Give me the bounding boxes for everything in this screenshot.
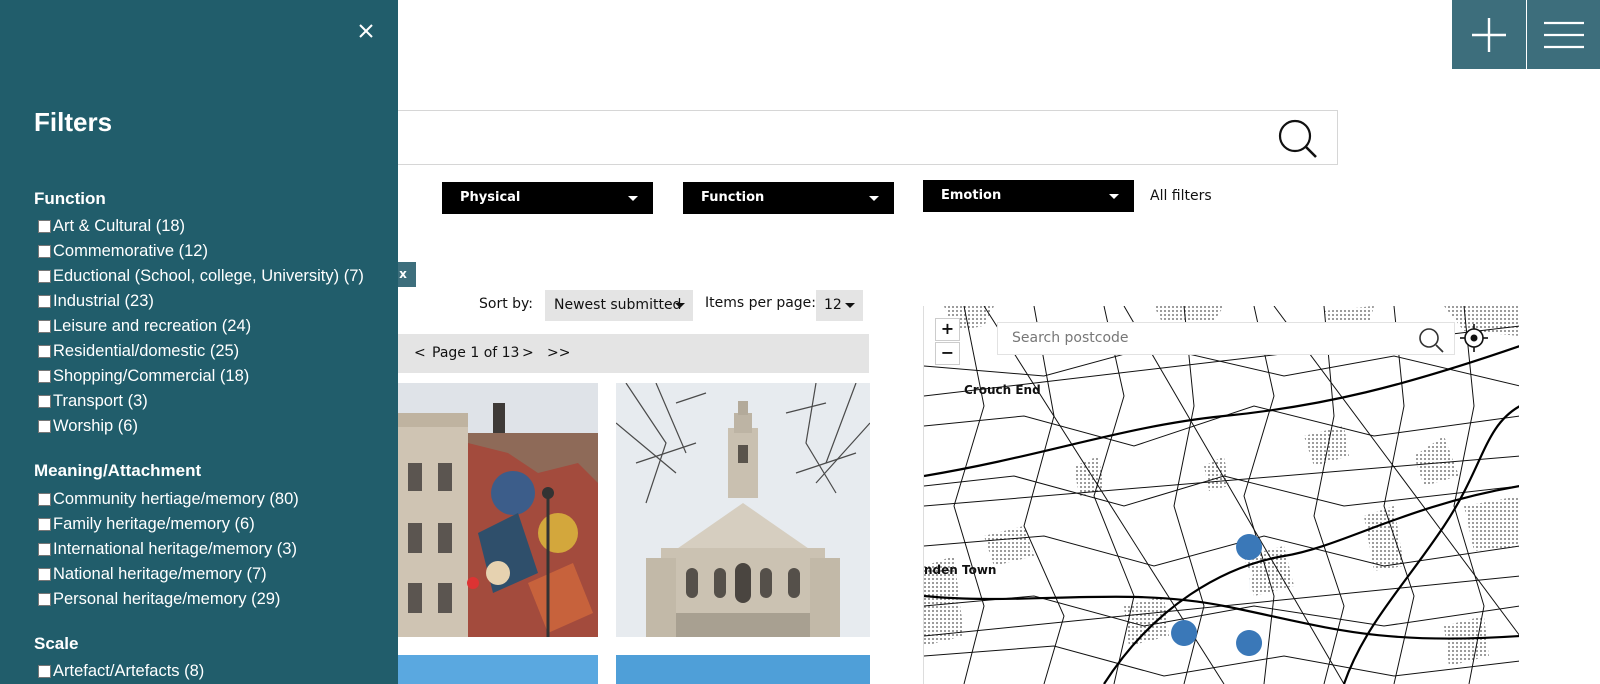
filter-option-label: Eductional (School, college, University)… <box>53 266 364 285</box>
last-page-link[interactable]: >> <box>547 334 570 373</box>
filters-panel: Filters Function Art & Cultural (18) Com… <box>0 0 398 684</box>
map[interactable]: + − Search postcode Crouch End nden Town <box>923 306 1519 684</box>
checkbox[interactable] <box>38 369 51 383</box>
sort-label: Sort by: <box>479 296 534 312</box>
checkbox[interactable] <box>38 219 51 233</box>
plus-icon <box>1472 17 1506 52</box>
zoom-in-button[interactable]: + <box>935 318 960 341</box>
filter-option[interactable]: Transport (3) <box>38 391 148 411</box>
hamburger-menu-icon <box>1543 21 1584 48</box>
caret-down-icon <box>675 303 685 308</box>
map-search-input[interactable]: Search postcode <box>997 322 1455 355</box>
filter-option-label: Shopping/Commercial (18) <box>53 366 250 385</box>
checkbox[interactable] <box>38 592 51 606</box>
search-icon[interactable] <box>1418 327 1444 353</box>
checkbox[interactable] <box>38 419 51 433</box>
filter-option-label: National heritage/memory (7) <box>53 564 267 583</box>
emotion-dropdown[interactable]: Emotion <box>923 180 1134 212</box>
map-label-camden-town: nden Town <box>924 563 997 577</box>
checkbox[interactable] <box>38 664 51 678</box>
filter-option[interactable]: Shopping/Commercial (18) <box>38 366 249 386</box>
filter-option-label: Leisure and recreation (24) <box>53 316 252 335</box>
function-dropdown[interactable]: Function <box>683 182 894 214</box>
filter-option[interactable]: Family heritage/memory (6) <box>38 514 255 534</box>
items-per-page-select[interactable]: 12 <box>816 290 863 321</box>
filter-option-label: Worship (6) <box>53 416 138 435</box>
menu-button[interactable] <box>1527 0 1600 69</box>
filter-option[interactable]: Community hertiage/memory (80) <box>38 489 299 509</box>
physical-dropdown[interactable]: Physical <box>442 182 653 214</box>
caret-down-icon <box>628 196 638 201</box>
filter-option-label: Residential/domestic (25) <box>53 341 240 360</box>
search-input[interactable] <box>380 110 1338 165</box>
next-page-link[interactable]: > <box>522 334 534 373</box>
filter-option[interactable]: National heritage/memory (7) <box>38 564 267 584</box>
checkbox[interactable] <box>38 394 51 408</box>
caret-down-icon <box>1109 194 1119 199</box>
prev-page-link[interactable]: < <box>414 334 426 373</box>
filter-option-label: Commemorative (12) <box>53 241 208 260</box>
items-per-page-value: 12 <box>824 297 842 313</box>
filter-option[interactable]: Eductional (School, college, University)… <box>38 266 364 286</box>
submission-thumbnail-4[interactable] <box>616 655 870 684</box>
section-title-function: Function <box>34 189 106 208</box>
section-title-meaning: Meaning/Attachment <box>34 461 202 480</box>
sort-value: Newest submitted <box>554 297 682 313</box>
section-title-scale: Scale <box>34 634 79 653</box>
map-label-crouch-end: Crouch End <box>964 383 1041 397</box>
filter-option[interactable]: Leisure and recreation (24) <box>38 316 251 336</box>
pagination: < Page 1 of 13 > >> <box>380 334 869 373</box>
map-search-placeholder: Search postcode <box>1012 330 1129 346</box>
zoom-out-button[interactable]: − <box>935 342 960 365</box>
checkbox[interactable] <box>38 492 51 506</box>
page: Physical Function Emotion All filters x … <box>0 0 1600 684</box>
all-filters-link[interactable]: All filters <box>1150 188 1212 204</box>
checkbox[interactable] <box>38 542 51 556</box>
filter-option[interactable]: Worship (6) <box>38 416 138 436</box>
submission-thumbnail-3[interactable] <box>398 655 598 684</box>
church-photo <box>616 383 870 637</box>
add-button[interactable] <box>1452 0 1526 69</box>
submission-thumbnail-mural[interactable] <box>398 383 598 637</box>
physical-dropdown-label: Physical <box>460 190 521 205</box>
filter-option[interactable]: Residential/domestic (25) <box>38 341 239 361</box>
filters-title: Filters <box>34 107 113 137</box>
checkbox[interactable] <box>38 319 51 333</box>
filter-option-label: Personal heritage/memory (29) <box>53 589 281 608</box>
filter-option[interactable]: Art & Cultural (18) <box>38 216 185 236</box>
checkbox[interactable] <box>38 344 51 358</box>
emotion-dropdown-label: Emotion <box>941 188 1002 203</box>
filter-option-label: Community hertiage/memory (80) <box>53 489 299 508</box>
function-dropdown-label: Function <box>701 190 765 205</box>
close-icon[interactable] <box>357 22 375 40</box>
submission-thumbnail-church[interactable] <box>616 383 870 637</box>
filter-option[interactable]: Industrial (23) <box>38 291 154 311</box>
checkbox[interactable] <box>38 517 51 531</box>
filter-option-label: Artefact/Artefacts (8) <box>53 661 205 680</box>
mural-building-photo <box>398 383 598 637</box>
checkbox[interactable] <box>38 244 51 258</box>
map-streets <box>924 306 1519 684</box>
filter-option[interactable]: Personal heritage/memory (29) <box>38 589 280 609</box>
filter-option-label: Art & Cultural (18) <box>53 216 186 235</box>
filter-option[interactable]: Artefact/Artefacts (8) <box>38 661 204 681</box>
items-per-page-label: Items per page: <box>705 295 817 311</box>
filter-option-label: Industrial (23) <box>53 291 154 310</box>
caret-down-icon <box>845 303 855 308</box>
page-indicator: Page 1 of 13 <box>432 345 520 361</box>
filter-option-label: International heritage/memory (3) <box>53 539 297 558</box>
locate-icon[interactable] <box>1460 324 1488 352</box>
checkbox[interactable] <box>38 567 51 581</box>
filter-option-label: Transport (3) <box>53 391 148 410</box>
filter-option-label: Family heritage/memory (6) <box>53 514 255 533</box>
filter-option[interactable]: International heritage/memory (3) <box>38 539 297 559</box>
sort-select[interactable]: Newest submitted <box>545 290 693 321</box>
caret-down-icon <box>869 196 879 201</box>
filter-option[interactable]: Commemorative (12) <box>38 241 208 261</box>
checkbox[interactable] <box>38 269 51 283</box>
search-icon[interactable] <box>1277 118 1319 160</box>
checkbox[interactable] <box>38 294 51 308</box>
